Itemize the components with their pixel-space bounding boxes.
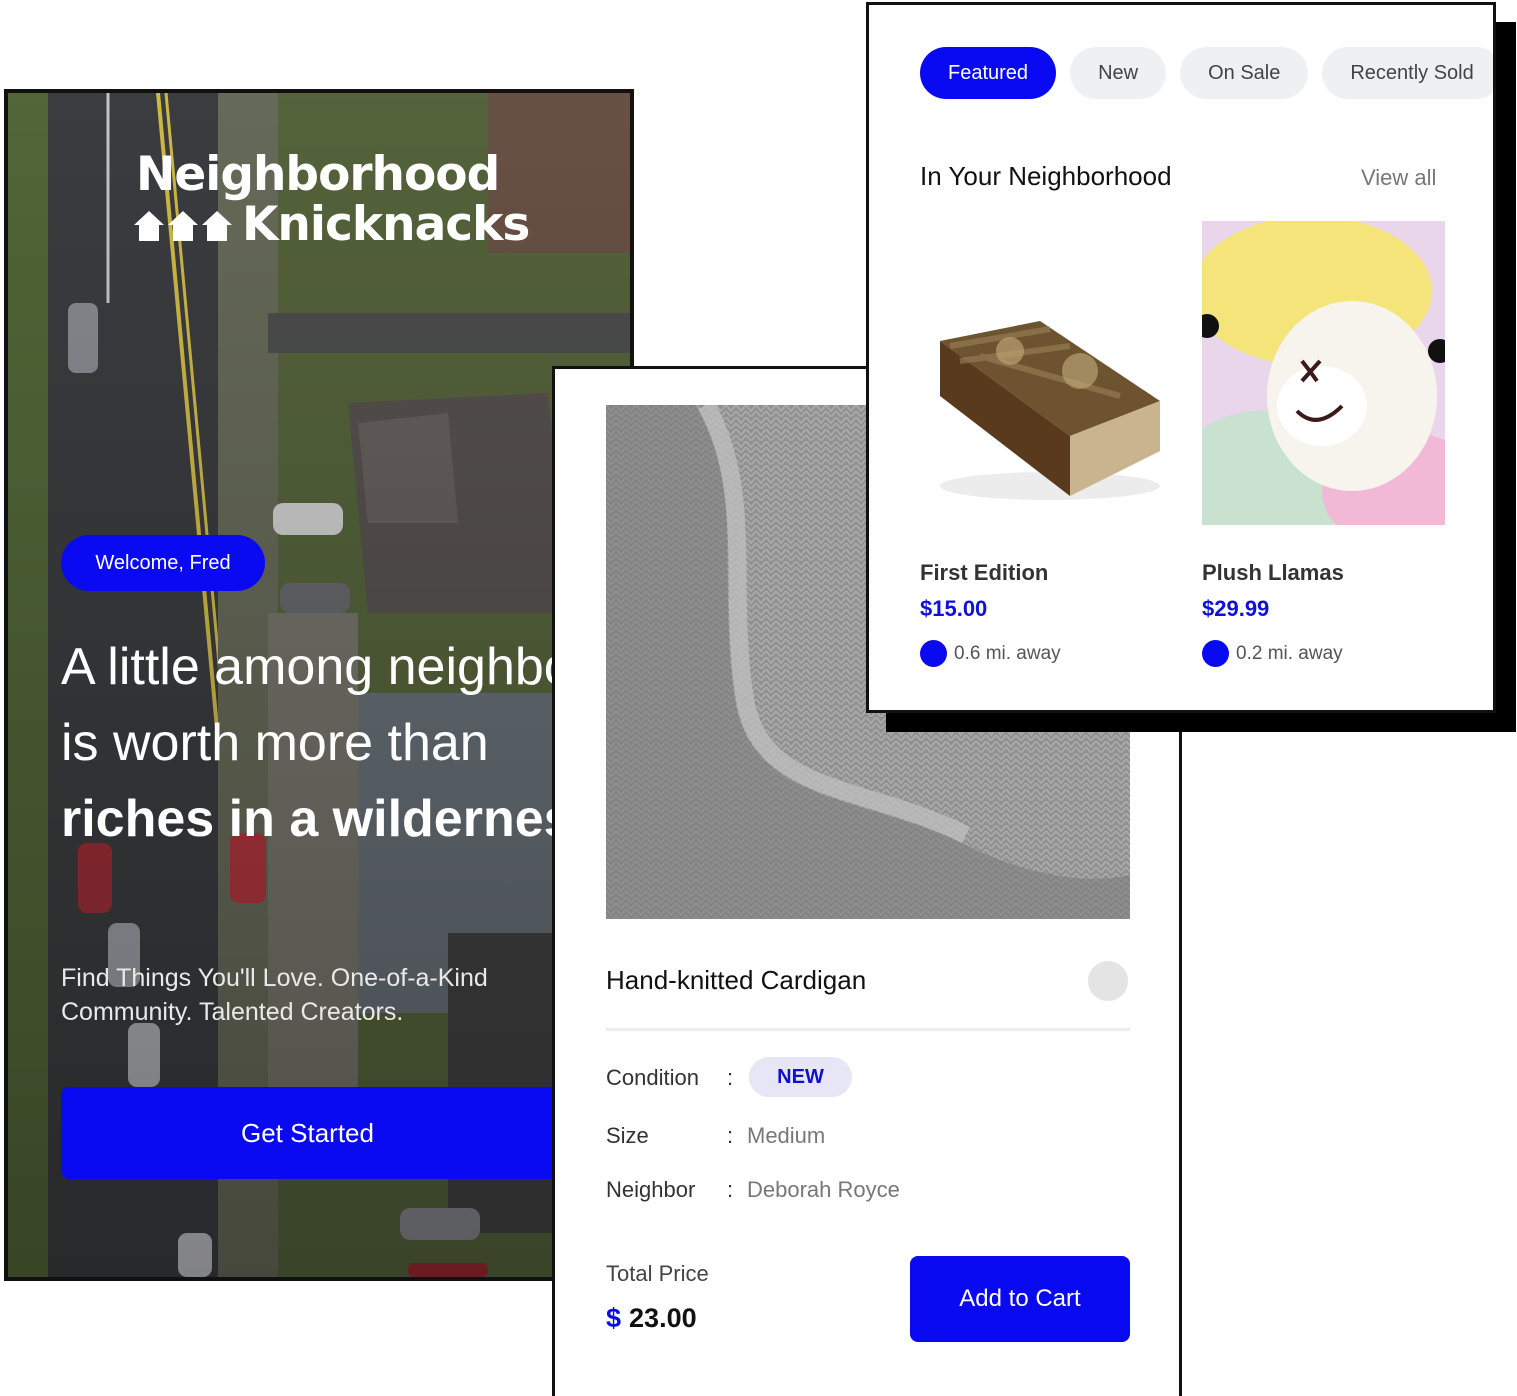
distance-text: 0.6 mi. away — [954, 642, 1061, 664]
total-price: $23.00 — [606, 1303, 697, 1334]
product-name: Plush Llamas — [1202, 560, 1344, 585]
product-price: $15.00 — [920, 596, 988, 621]
hero-subline: Find Things You'll Love. One-of-a-Kind C… — [61, 964, 488, 1026]
hero-card: Neighborhood Knicknacks Welcome, Fred A … — [4, 89, 634, 1281]
size-separator: : — [727, 1123, 734, 1148]
condition-label: Condition — [606, 1065, 699, 1090]
distance-row: 0.6 mi. away — [920, 640, 1163, 667]
condition-separator: : — [727, 1065, 734, 1090]
logo-row: Knicknacks — [132, 197, 530, 252]
divider — [606, 1028, 1130, 1031]
neighbor-label: Neighbor — [606, 1177, 696, 1202]
product-name: First Edition — [920, 560, 1049, 585]
old-book-image — [920, 221, 1163, 525]
view-all-link[interactable]: View all — [1361, 165, 1436, 191]
tab-on-sale[interactable]: On Sale — [1180, 47, 1309, 99]
distance-row: 0.2 mi. away — [1202, 640, 1445, 667]
product-price: $29.99 — [1202, 596, 1270, 621]
product-card[interactable]: Plush Llamas $29.99 0.2 mi. away — [1172, 216, 1482, 667]
tab-new[interactable]: New — [1070, 47, 1167, 99]
tab-featured[interactable]: Featured — [920, 47, 1057, 99]
size-label: Size — [606, 1123, 649, 1148]
logo-wordmark-line2: Knicknacks — [242, 197, 530, 252]
condition-badge: NEW — [749, 1057, 852, 1097]
hero-headline: A little among neighbors is worth more t… — [61, 629, 621, 857]
tab-recently-sold[interactable]: Recently Sold — [1322, 47, 1493, 99]
location-dot-icon — [1202, 640, 1229, 667]
browse-card: Featured New On Sale Recently Sold In Yo… — [866, 2, 1496, 713]
total-price-label: Total Price — [606, 1261, 709, 1286]
plush-llama-image — [1172, 216, 1482, 551]
get-started-button[interactable]: Get Started — [61, 1087, 630, 1179]
logo-wordmark-line1: Neighborhood — [136, 147, 500, 202]
section-title: In Your Neighborhood — [920, 161, 1172, 191]
filter-tabs: Featured New On Sale Recently Sold — [920, 47, 1493, 99]
distance-text: 0.2 mi. away — [1236, 642, 1343, 664]
size-value: Medium — [747, 1123, 826, 1148]
product-card[interactable]: First Edition $15.00 0.6 mi. away — [920, 221, 1163, 667]
headline-regular: A little among neighbors is worth more t… — [61, 638, 617, 772]
headline-bold: riches in a wilderness. — [61, 790, 616, 848]
logo-houses-icon — [132, 207, 236, 243]
product-title: Hand-knitted Cardigan — [606, 965, 867, 995]
currency-symbol: $ — [606, 1303, 622, 1333]
total-price-value: 23.00 — [629, 1303, 697, 1333]
add-to-cart-button[interactable]: Add to Cart — [910, 1256, 1130, 1342]
welcome-badge: Welcome, Fred — [61, 535, 265, 591]
favorite-toggle[interactable] — [1088, 961, 1128, 1001]
neighbor-separator: : — [727, 1177, 734, 1202]
neighbor-value: Deborah Royce — [747, 1177, 900, 1202]
location-dot-icon — [920, 640, 947, 667]
